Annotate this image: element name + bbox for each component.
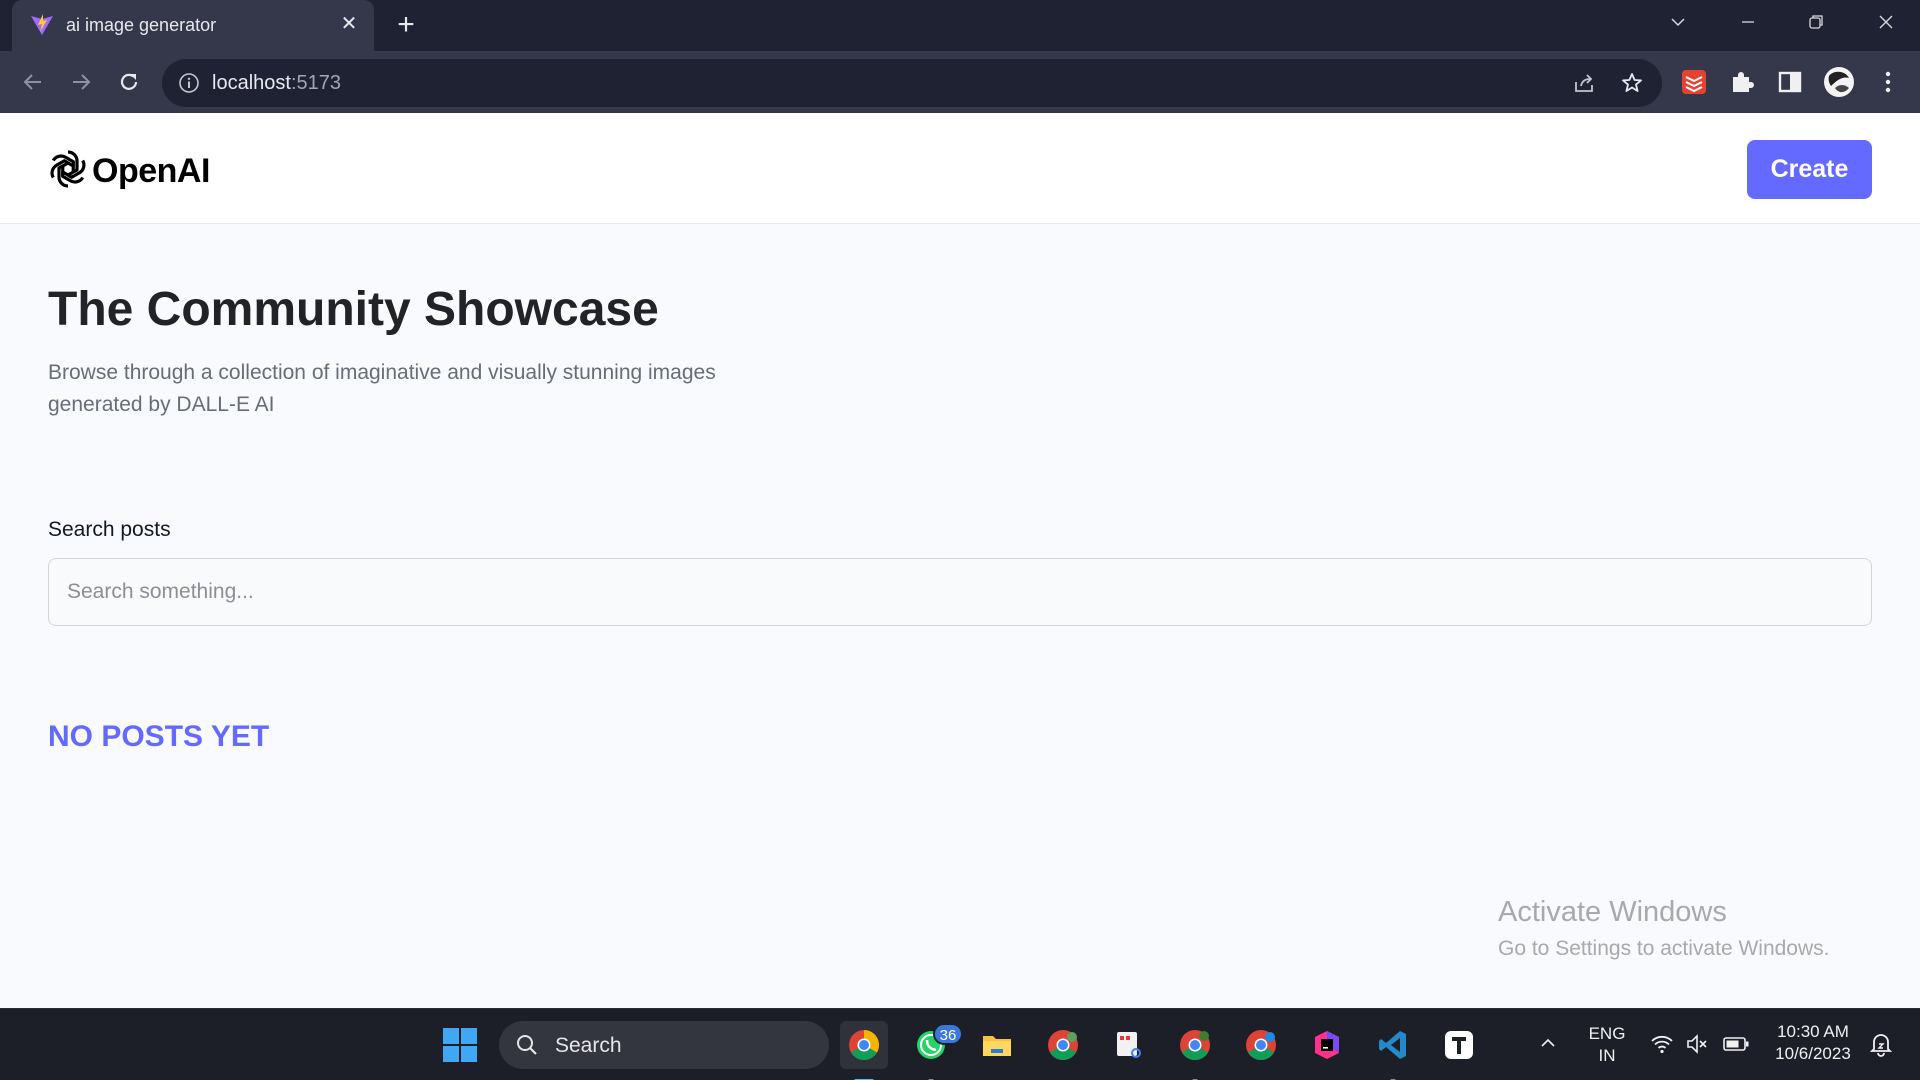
watermark-subtitle: Go to Settings to activate Windows. — [1498, 937, 1830, 960]
search-icon — [517, 1035, 537, 1055]
chrome-profile-a-icon — [1048, 1030, 1078, 1061]
jetbrains-taskbar-button[interactable] — [1303, 1021, 1351, 1069]
clock[interactable]: 10:30 AM 10/6/2023 — [1766, 1021, 1860, 1065]
forward-icon[interactable] — [64, 65, 98, 99]
page-subtitle: Browse through a collection of imaginati… — [48, 361, 716, 416]
volume-muted-icon[interactable] — [1685, 1033, 1709, 1055]
address-bar[interactable]: localhost:5173 — [162, 59, 1662, 107]
chrome-profile-s-taskbar-button[interactable] — [1237, 1021, 1285, 1069]
url-text: localhost:5173 — [212, 72, 341, 94]
todoist-extension-icon[interactable] — [1680, 68, 1708, 96]
chrome-menu-icon[interactable] — [1874, 68, 1902, 96]
browser-tab[interactable]: ai image generator ✕ — [12, 0, 374, 51]
battery-icon[interactable] — [1722, 1033, 1750, 1055]
taskbar-search-text: Search — [555, 1034, 622, 1057]
taskbar-search[interactable]: Search — [499, 1021, 829, 1069]
app-header: OpenAI Create — [0, 114, 1920, 224]
chrome-profile-a-taskbar-button[interactable] — [1039, 1021, 1087, 1069]
tray-chevron-up-icon[interactable] — [1538, 1033, 1558, 1053]
extensions-puzzle-icon[interactable] — [1728, 68, 1756, 96]
notification-bell-icon[interactable] — [1868, 1031, 1894, 1057]
site-info-icon[interactable] — [178, 72, 200, 94]
snipping-tool-taskbar-button[interactable] — [1105, 1021, 1153, 1069]
snipping-tool-icon — [1117, 1032, 1141, 1058]
clock-time: 10:30 AM — [1777, 1022, 1849, 1041]
watermark-title: Activate Windows — [1498, 896, 1727, 928]
vscode-taskbar-button[interactable] — [1369, 1021, 1417, 1080]
empty-state-message: NO POSTS YET — [48, 720, 270, 753]
vite-favicon-icon — [31, 14, 53, 35]
browser-toolbar: localhost:5173 — [0, 51, 1920, 113]
vscode-icon — [1379, 1031, 1406, 1059]
activate-windows-watermark: Activate Windows Go to Settings to activ… — [1498, 896, 1830, 961]
windows-start-icon[interactable] — [442, 1027, 478, 1063]
profile-avatar[interactable] — [1823, 66, 1855, 98]
new-tab-button[interactable]: + — [390, 10, 422, 42]
chrome-profile-s-icon — [1246, 1030, 1276, 1061]
wifi-icon[interactable] — [1650, 1033, 1674, 1055]
back-icon[interactable] — [16, 65, 50, 99]
notification-badge: 36 — [933, 1023, 963, 1045]
region-code: IN — [1598, 1046, 1616, 1065]
search-input[interactable] — [48, 558, 1872, 626]
web-page: OpenAI Create The Community Showcase Bro… — [0, 114, 1920, 1008]
browser-title-bar: ai image generator ✕ + — [0, 0, 1920, 51]
typora-taskbar-button[interactable] — [1435, 1021, 1483, 1069]
create-button[interactable]: Create — [1747, 140, 1872, 199]
tab-title: ai image generator — [66, 15, 217, 35]
openai-logo-icon — [50, 150, 86, 188]
share-icon[interactable] — [1572, 71, 1596, 95]
tab-close-icon[interactable]: ✕ — [336, 11, 362, 37]
chrome-icon — [849, 1029, 879, 1061]
restore-icon[interactable] — [1782, 0, 1850, 44]
reload-icon[interactable] — [112, 65, 146, 99]
clock-date: 10/6/2023 — [1775, 1044, 1851, 1063]
language-indicator[interactable]: ENG IN — [1584, 1023, 1630, 1067]
windows-taskbar: Search 36 ENG IN 10:30 AM 10/6/2023 — [0, 1008, 1920, 1080]
chrome-profile-b-taskbar-button[interactable] — [1171, 1021, 1219, 1080]
side-panel-icon[interactable] — [1776, 68, 1804, 96]
language-code: ENG — [1588, 1024, 1626, 1043]
file-explorer-icon — [983, 1036, 1011, 1056]
close-window-icon[interactable] — [1852, 0, 1920, 44]
tab-search-chevron-icon[interactable] — [1644, 0, 1712, 44]
bookmark-star-icon[interactable] — [1620, 71, 1644, 95]
typora-icon — [1445, 1031, 1473, 1059]
chrome-taskbar-button[interactable] — [840, 1021, 888, 1080]
whatsapp-taskbar-button[interactable]: 36 — [907, 1021, 963, 1080]
minimize-icon[interactable] — [1714, 0, 1782, 44]
jetbrains-icon — [1315, 1031, 1339, 1059]
page-title: The Community Showcase — [48, 283, 659, 336]
file-explorer-taskbar-button[interactable] — [973, 1021, 1021, 1069]
logo-text: OpenAI — [92, 152, 210, 190]
search-label: Search posts — [48, 518, 171, 541]
chrome-profile-b-icon — [1180, 1030, 1210, 1061]
